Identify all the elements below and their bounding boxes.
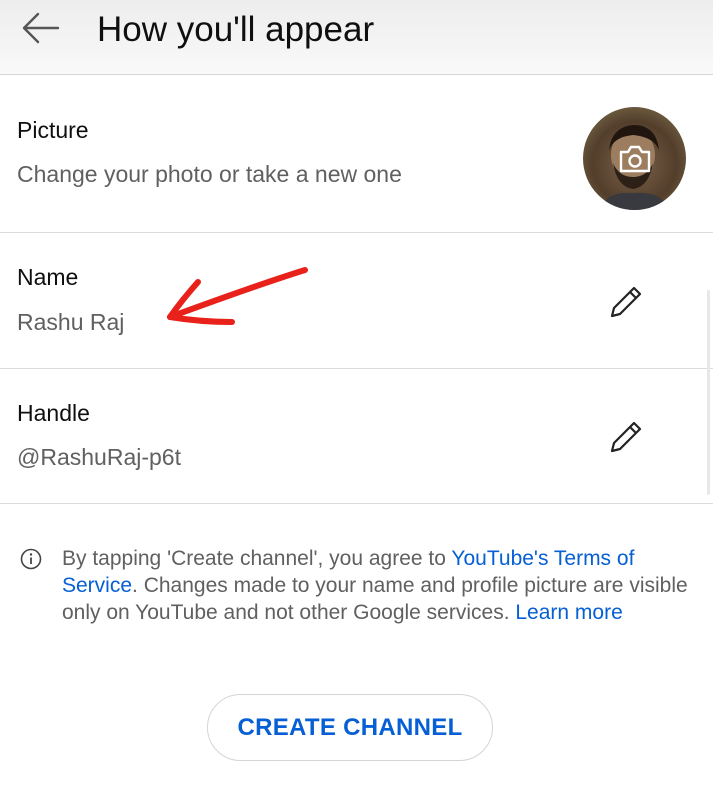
create-channel-label: CREATE CHANNEL [237, 713, 463, 741]
divider [0, 503, 713, 504]
app-bar: How you'll appear [0, 0, 713, 75]
back-button[interactable] [18, 9, 62, 49]
camera-icon [619, 145, 651, 173]
name-label: Name [17, 264, 79, 290]
handle-value: @RashuRaj-p6t [17, 444, 181, 470]
edit-handle-button[interactable] [606, 417, 646, 457]
learn-more-link[interactable]: Learn more [515, 601, 622, 624]
terms-notice: By tapping 'Create channel', you agree t… [62, 545, 692, 626]
annotation-arrow [167, 267, 308, 325]
picture-description: Change your photo or take a new one [17, 161, 402, 187]
pencil-icon [610, 421, 642, 453]
pencil-icon [610, 286, 642, 318]
page-title: How you'll appear [97, 10, 375, 49]
picture-label: Picture [17, 117, 89, 143]
avatar[interactable] [583, 107, 686, 210]
scrollbar[interactable] [707, 290, 710, 495]
edit-name-button[interactable] [606, 282, 646, 322]
handle-label: Handle [17, 400, 90, 426]
create-channel-button[interactable]: CREATE CHANNEL [207, 694, 493, 761]
arrow-left-icon [22, 12, 60, 44]
info-icon [20, 548, 42, 570]
name-value: Rashu Raj [17, 309, 125, 335]
notice-text: By tapping 'Create channel', you agree t… [62, 547, 452, 570]
